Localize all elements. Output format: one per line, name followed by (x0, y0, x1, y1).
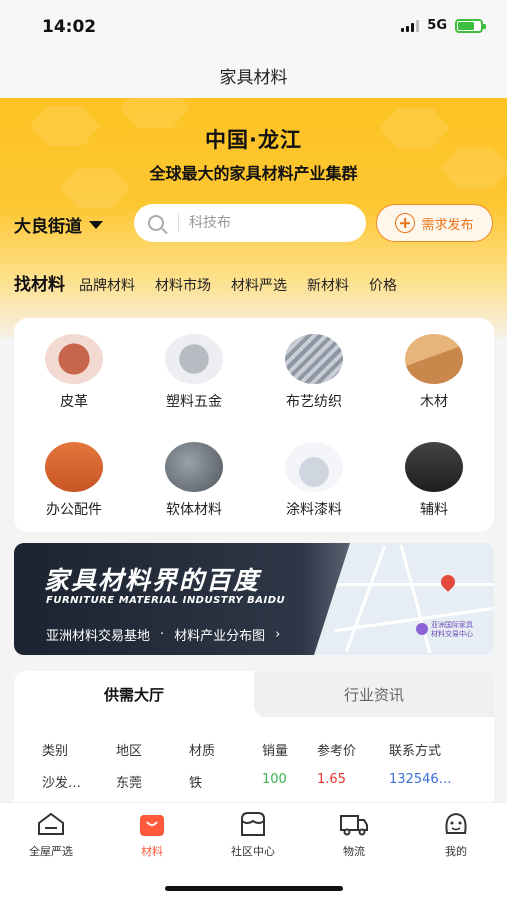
face-icon (441, 811, 471, 837)
category-item-leather[interactable]: 皮革 (14, 334, 134, 411)
hero-banner: 中国·龙江 全球最大的家具材料产业集群 大良街道 需求发布 找材料 品牌材料 材… (0, 98, 507, 338)
banner-subtitle-en: FURNITURE MATERIAL INDUSTRY BAIDU (46, 595, 286, 606)
tab-profile[interactable]: 我的 (416, 811, 496, 859)
search-input[interactable] (189, 215, 339, 231)
tab-community[interactable]: 社区中心 (213, 811, 293, 859)
home-indicator[interactable] (165, 886, 343, 891)
category-label: 布艺纺织 (286, 394, 342, 410)
promo-banner[interactable]: 家具材料界的百度 FURNITURE MATERIAL INDUSTRY BAI… (14, 543, 494, 655)
nav-label: 我的 (445, 845, 467, 858)
plus-circle-icon (395, 213, 416, 233)
search-bar[interactable] (134, 204, 366, 242)
accessory-icon (405, 442, 463, 492)
signal-icon (401, 19, 420, 32)
col-contact: 联系方式 (389, 744, 442, 759)
category-label: 塑料五金 (166, 394, 222, 410)
location-label: 大良街道 (14, 217, 82, 237)
status-indicators: 5G (401, 18, 486, 33)
tab-industry-news[interactable]: 行业资讯 (254, 671, 494, 717)
nav-label: 社区中心 (231, 845, 275, 858)
tab-logistics[interactable]: 物流 (314, 811, 394, 859)
network-label: 5G (427, 18, 447, 33)
cell-contact[interactable]: 132546… (389, 772, 452, 787)
publish-label: 需求发布 (421, 217, 474, 233)
col-category: 类别 (42, 744, 69, 759)
search-divider (178, 214, 179, 232)
chevron-right-icon: › (275, 627, 281, 642)
map-label-line1: 亚洲国际家具 (431, 621, 473, 629)
feed-tabs: 供需大厅 行业资讯 (14, 671, 494, 717)
category-label: 软体材料 (166, 502, 222, 518)
location-selector[interactable]: 大良街道 (14, 212, 103, 237)
nav-bar: 家具材料 (0, 52, 507, 98)
office-part-icon (45, 442, 103, 492)
category-tabs: 找材料 品牌材料 材料市场 材料严选 新材料 价格 (14, 270, 417, 295)
tab-whole-house[interactable]: 全屋严选 (11, 811, 91, 859)
store-icon (238, 811, 268, 837)
category-item-coatings[interactable]: 涂料漆料 (254, 442, 374, 519)
page-title: 家具材料 (219, 67, 288, 88)
cell-material: 铁 (189, 776, 203, 791)
home-icon (36, 811, 66, 837)
category-item-accessories[interactable]: 辅料 (374, 442, 494, 519)
caret-down-icon (89, 220, 103, 229)
shopping-bag-icon (137, 811, 167, 837)
nav-label: 材料 (141, 845, 163, 858)
hero-subtitle: 全球最大的家具材料产业集群 (149, 164, 358, 183)
location-dot-icon (416, 623, 428, 635)
category-item-office-parts[interactable]: 办公配件 (14, 442, 134, 519)
category-label: 辅料 (420, 502, 448, 518)
category-item-wood[interactable]: 木材 (374, 334, 494, 411)
tab-brand-materials[interactable]: 品牌材料 (79, 275, 135, 295)
wood-icon (405, 334, 463, 384)
category-item-plastic-hardware[interactable]: 塑料五金 (134, 334, 254, 411)
hinge-icon (165, 334, 223, 384)
publish-demand-button[interactable]: 需求发布 (376, 204, 493, 242)
cell-price: 1.65 (317, 772, 346, 787)
paint-icon (285, 442, 343, 492)
tab-supply-demand[interactable]: 供需大厅 (14, 671, 254, 717)
tab-materials[interactable]: 材料 (112, 811, 192, 859)
category-item-textile[interactable]: 布艺纺织 (254, 334, 374, 411)
col-price: 参考价 (317, 744, 357, 759)
leather-icon (45, 334, 103, 384)
map-label: 亚洲国际家具 材料交易中心 (416, 621, 473, 639)
nav-label: 全屋严选 (29, 845, 73, 858)
hero-title: 中国·龙江 (205, 128, 302, 152)
banner-link-right: 材料产业分布图 (174, 629, 266, 644)
tab-price[interactable]: 价格 (369, 275, 397, 295)
banner-title: 家具材料界的百度 (44, 566, 261, 595)
category-grid: 皮革 塑料五金 布艺纺织 木材 办公配件 软体材料 涂料漆料 辅料 (14, 318, 494, 532)
banner-link-left: 亚洲材料交易基地 (46, 629, 151, 644)
tab-find-materials[interactable]: 找材料 (14, 270, 65, 295)
status-time: 14:02 (42, 17, 97, 37)
category-label: 办公配件 (46, 502, 102, 518)
tab-material-selection[interactable]: 材料严选 (231, 275, 287, 295)
tab-material-market[interactable]: 材料市场 (155, 275, 211, 295)
category-item-soft-materials[interactable]: 软体材料 (134, 442, 254, 519)
category-label: 木材 (420, 394, 448, 410)
nav-label: 物流 (343, 845, 365, 858)
battery-icon (455, 18, 486, 33)
tab-new-materials[interactable]: 新材料 (307, 275, 349, 295)
search-icon (148, 215, 164, 231)
category-label: 皮革 (60, 394, 88, 410)
fabric-icon (285, 334, 343, 384)
foam-icon (165, 442, 223, 492)
cell-category: 沙发… (42, 776, 82, 791)
supply-demand-panel: 供需大厅 行业资讯 类别 地区 材质 销量 参考价 联系方式 沙发… 东莞 铁 … (14, 671, 494, 821)
status-bar: 14:02 5G (0, 0, 507, 52)
category-label: 涂料漆料 (286, 502, 342, 518)
map-label-line2: 材料交易中心 (431, 630, 473, 638)
cell-region: 东莞 (116, 776, 143, 791)
banner-link[interactable]: 亚洲材料交易基地 · 材料产业分布图 › (46, 625, 280, 644)
cell-sales: 100 (262, 772, 287, 787)
col-sales: 销量 (262, 744, 289, 759)
col-material: 材质 (189, 744, 216, 759)
banner-link-sep: · (160, 627, 165, 642)
col-region: 地区 (116, 744, 143, 759)
truck-icon (339, 811, 369, 837)
